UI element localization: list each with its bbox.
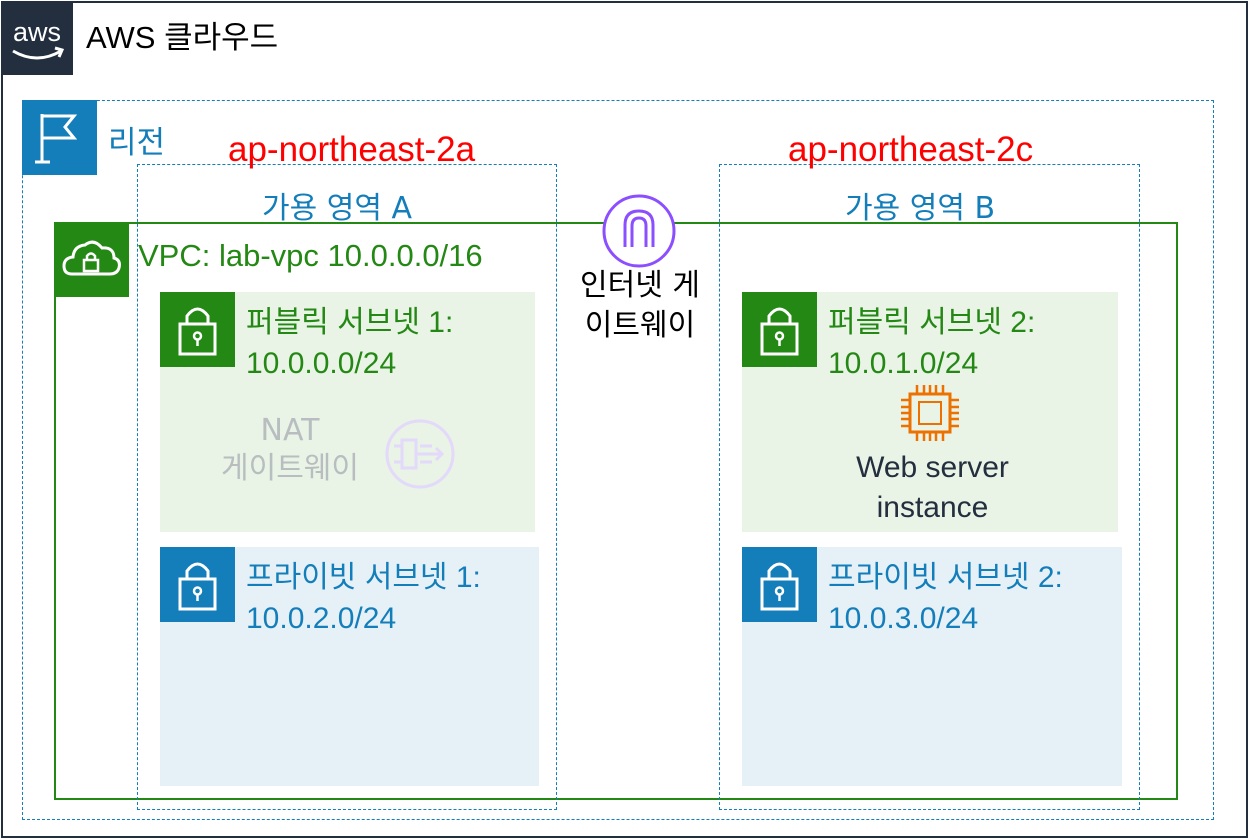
private-subnet-1-label: 프라이빗 서브넷 1: 10.0.2.0/24	[246, 557, 481, 639]
web-server-label: Web server instance	[800, 448, 1065, 528]
public-subnet-1-label: 퍼블릭 서브넷 1: 10.0.0.0/24	[246, 302, 453, 384]
subnet-cidr: 10.0.3.0/24	[828, 602, 979, 635]
subnet-cidr: 10.0.1.0/24	[828, 347, 979, 380]
subnet-lock-icon	[160, 292, 235, 367]
nat-gateway-icon	[384, 418, 456, 490]
subnet-lock-icon	[742, 292, 817, 367]
region-label: 리전	[108, 125, 166, 161]
region-flag-icon	[22, 100, 97, 175]
nat-gateway-label: NAT 게이트웨이	[200, 412, 380, 488]
private-subnet-2: 프라이빗 서브넷 2: 10.0.3.0/24	[742, 547, 1122, 786]
subnet-lock-icon	[742, 547, 817, 622]
subnet-name: 퍼블릭 서브넷 1:	[246, 306, 454, 339]
az-a-name: ap-northeast-2a	[228, 130, 476, 169]
nat-line-1: NAT	[260, 413, 320, 448]
igw-line-2: 이트웨이	[584, 308, 696, 343]
nat-line-2: 게이트웨이	[221, 451, 359, 486]
subnet-cidr: 10.0.2.0/24	[246, 602, 397, 635]
igw-line-1: 인터넷 게	[580, 268, 700, 303]
ec2-chip-icon	[897, 382, 963, 444]
internet-gateway-icon	[601, 193, 677, 269]
svg-text:aws: aws	[13, 17, 61, 47]
subnet-name: 프라이빗 서브넷 1:	[246, 561, 481, 594]
web-server-line-1: Web server	[856, 451, 1009, 484]
private-subnet-1: 프라이빗 서브넷 1: 10.0.2.0/24	[160, 547, 539, 786]
subnet-name: 프라이빗 서브넷 2:	[828, 561, 1063, 594]
subnet-name: 퍼블릭 서브넷 2:	[828, 306, 1036, 339]
internet-gateway-label: 인터넷 게 이트웨이	[560, 266, 720, 346]
web-server-line-2: instance	[876, 491, 989, 524]
public-subnet-2-label: 퍼블릭 서브넷 2: 10.0.1.0/24	[828, 302, 1035, 384]
az-b-label: 가용 영역 B	[845, 191, 996, 226]
aws-logo-icon: aws	[1, 1, 73, 75]
subnet-cidr: 10.0.0.0/24	[246, 347, 397, 380]
az-a-label: 가용 영역 A	[262, 191, 412, 226]
subnet-lock-icon	[160, 547, 235, 622]
vpc-cloud-lock-icon	[54, 222, 129, 297]
private-subnet-2-label: 프라이빗 서브넷 2: 10.0.3.0/24	[828, 557, 1063, 639]
az-b-name: ap-northeast-2c	[788, 130, 1034, 169]
aws-cloud-title: AWS 클라우드	[86, 20, 279, 55]
